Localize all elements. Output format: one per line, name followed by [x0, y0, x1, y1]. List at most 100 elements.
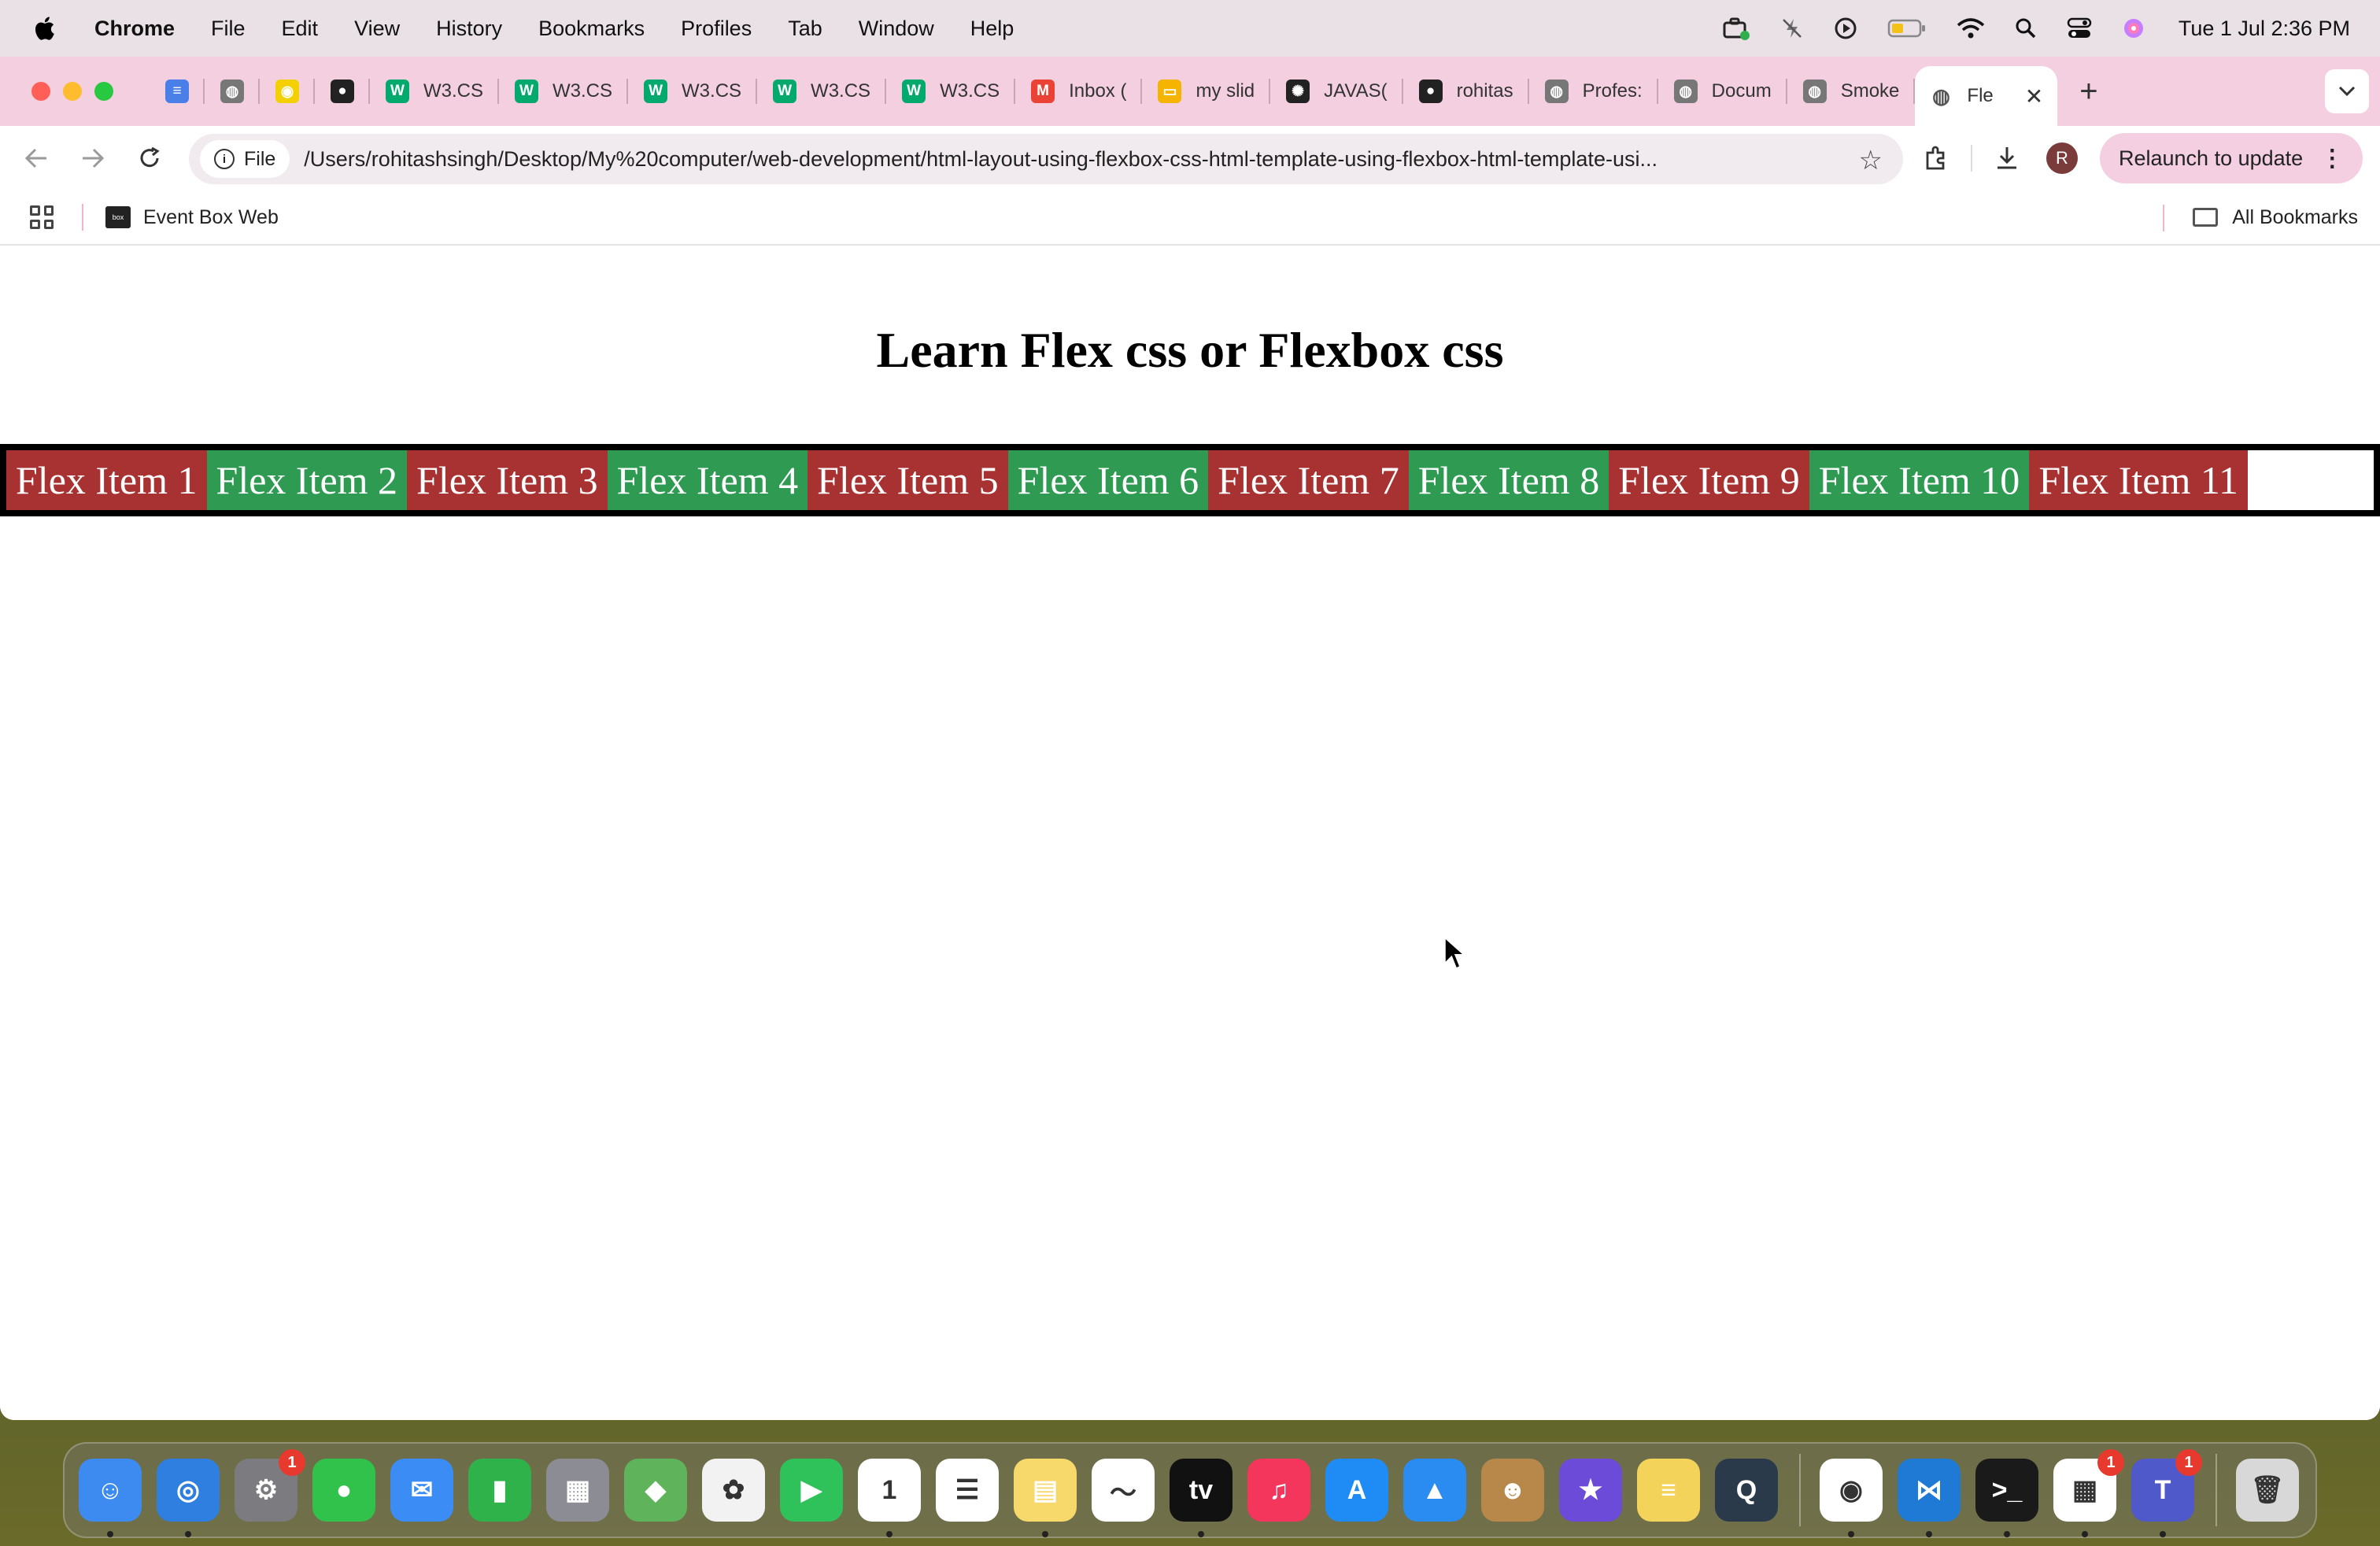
url-text[interactable]: /Users/rohitashsingh/Desktop/My%20comput…: [304, 147, 1839, 172]
tab-1[interactable]: ◍: [205, 57, 260, 126]
wifi-icon[interactable]: [1957, 17, 1985, 39]
terminal-icon[interactable]: >_: [1975, 1459, 2038, 1537]
tab-7[interactable]: W W3.CS: [757, 57, 887, 126]
calendar-icon[interactable]: 1: [858, 1459, 921, 1537]
tab-5[interactable]: W W3.CS: [499, 57, 629, 126]
tab-search-dropdown[interactable]: [2325, 69, 2369, 113]
spotlight-search-icon[interactable]: [2015, 17, 2037, 39]
address-bar[interactable]: i File /Users/rohitashsingh/Desktop/My%2…: [189, 134, 1903, 184]
tab-3[interactable]: ●: [315, 57, 370, 126]
tab-label: W3.CS: [552, 80, 613, 102]
extensions-icon[interactable]: [1920, 142, 1952, 174]
w3-icon: W: [644, 80, 668, 103]
reminders-icon[interactable]: ☰: [936, 1459, 999, 1522]
flex-item: Flex Item 8: [1408, 450, 1609, 510]
microsoft-store-icon[interactable]: ▦ 1: [2053, 1449, 2124, 1537]
menu-edit[interactable]: Edit: [282, 17, 319, 41]
keynote-icon[interactable]: ▲: [1403, 1459, 1466, 1522]
chrome-window: ≡ ◍ ◉ ● W W3.CS W W3.CS W W3.CS W W3.CS W W3.CS M Inbox…: [0, 57, 2380, 1420]
finder-icon[interactable]: ☺: [79, 1459, 142, 1537]
mail-icon[interactable]: ✉: [390, 1459, 453, 1522]
chrome-icon[interactable]: ◉: [1820, 1459, 1883, 1537]
back-button[interactable]: [20, 142, 52, 174]
tab-11[interactable]: ✺ JAVAS(: [1270, 57, 1403, 126]
menu-chrome[interactable]: Chrome: [94, 17, 175, 41]
tab-9[interactable]: M Inbox (: [1015, 57, 1143, 126]
app-store-icon[interactable]: A: [1325, 1459, 1388, 1522]
bolt-slash-icon[interactable]: [1780, 17, 1804, 40]
siri-icon[interactable]: [2122, 17, 2145, 40]
tab-14[interactable]: ◍ Docum: [1658, 57, 1787, 126]
tab-13[interactable]: ◍ Profes:: [1529, 57, 1658, 126]
page-content: Learn Flex css or Flexbox css Flex Item …: [0, 246, 2380, 1420]
profile-avatar[interactable]: R: [2046, 142, 2078, 174]
menu-view[interactable]: View: [354, 17, 400, 41]
vscode-icon[interactable]: ⋈: [1898, 1459, 1961, 1537]
minimize-window-button[interactable]: [63, 82, 82, 101]
facetime-icon[interactable]: ▶: [780, 1459, 843, 1522]
tab-15[interactable]: ◍ Smoke: [1787, 57, 1916, 126]
tab-10[interactable]: ▭ my slid: [1142, 57, 1271, 126]
tab-6[interactable]: W W3.CS: [628, 57, 758, 126]
relaunch-label: Relaunch to update: [2119, 146, 2304, 170]
menubar-clock[interactable]: Tue 1 Jul 2:36 PM: [2179, 17, 2350, 41]
tab-active[interactable]: ◍ Fle ✕: [1915, 66, 2058, 126]
bookmarks-divider: [82, 204, 83, 231]
close-window-button[interactable]: [31, 82, 50, 101]
trash-icon[interactable]: 🗑: [2236, 1459, 2299, 1522]
tab-0[interactable]: ≡: [150, 57, 205, 126]
briefcase-status-icon[interactable]: [1722, 17, 1750, 40]
photos-icon[interactable]: ✿: [702, 1459, 765, 1522]
quicktime-icon[interactable]: Q: [1715, 1459, 1778, 1522]
apps-grid-icon[interactable]: [30, 205, 54, 229]
bookmark-event-box-web[interactable]: Event Box Web: [143, 206, 279, 229]
status-area: Tue 1 Jul 2:36 PM: [1692, 0, 2350, 57]
safari-icon[interactable]: ◎: [157, 1459, 220, 1537]
freeform-icon[interactable]: 〜: [1092, 1459, 1155, 1522]
tab-4[interactable]: W W3.CS: [370, 57, 500, 126]
apple-tv-icon[interactable]: tv: [1170, 1459, 1232, 1537]
bookmarks-bar: box Event Box Web All Bookmarks: [0, 190, 2380, 246]
tab-2[interactable]: ◉: [260, 57, 315, 126]
menu-profiles[interactable]: Profiles: [681, 17, 752, 41]
forward-button[interactable]: [77, 142, 109, 174]
menu-kebab-icon[interactable]: ⋮: [2320, 145, 2344, 172]
flex-item: Flex Item 6: [1007, 450, 1209, 510]
running-indicator: [185, 1531, 191, 1537]
relaunch-button[interactable]: Relaunch to update ⋮: [2100, 133, 2363, 183]
bookmark-star-icon[interactable]: ☆: [1859, 145, 1883, 176]
play-circle-icon[interactable]: [1834, 17, 1857, 40]
menu-tab[interactable]: Tab: [788, 17, 822, 41]
battery-icon[interactable]: [1887, 18, 1927, 39]
menu-window[interactable]: Window: [859, 17, 934, 41]
reload-button[interactable]: [134, 142, 165, 174]
site-info-chip[interactable]: i File: [200, 140, 290, 178]
stickies-icon[interactable]: ≡: [1637, 1459, 1700, 1522]
numbers-icon[interactable]: ▮: [468, 1459, 531, 1522]
imovie-icon[interactable]: ★: [1559, 1459, 1622, 1522]
launchpad-icon[interactable]: ▦: [546, 1459, 609, 1522]
teams-icon[interactable]: T1: [2131, 1449, 2202, 1537]
w3-icon: W: [902, 80, 926, 103]
menu-help[interactable]: Help: [970, 17, 1014, 41]
gmail-icon: M: [1031, 80, 1055, 103]
menu-file[interactable]: File: [211, 17, 246, 41]
all-bookmarks-button[interactable]: All Bookmarks: [2193, 190, 2358, 244]
zoom-window-button[interactable]: [94, 82, 113, 101]
maps-icon[interactable]: ◆: [624, 1459, 687, 1522]
tab-8[interactable]: W W3.CS: [886, 57, 1016, 126]
menu-bookmarks[interactable]: Bookmarks: [538, 17, 645, 41]
control-center-icon[interactable]: [2067, 17, 2092, 40]
notes-icon[interactable]: ▤: [1014, 1459, 1077, 1537]
music-icon[interactable]: ♫: [1247, 1459, 1310, 1522]
downloads-icon[interactable]: [1991, 142, 2023, 174]
messages-icon[interactable]: ●: [312, 1459, 375, 1522]
reload-icon: [140, 146, 160, 168]
close-tab-icon[interactable]: ✕: [2025, 83, 2043, 109]
apple-icon[interactable]: [33, 15, 55, 42]
new-tab-button[interactable]: +: [2079, 74, 2097, 109]
system-settings-icon[interactable]: ⚙ 1: [235, 1449, 305, 1522]
contacts-icon[interactable]: ☻: [1481, 1459, 1544, 1522]
menu-history[interactable]: History: [436, 17, 502, 41]
tab-12[interactable]: ● rohitas: [1403, 57, 1529, 126]
